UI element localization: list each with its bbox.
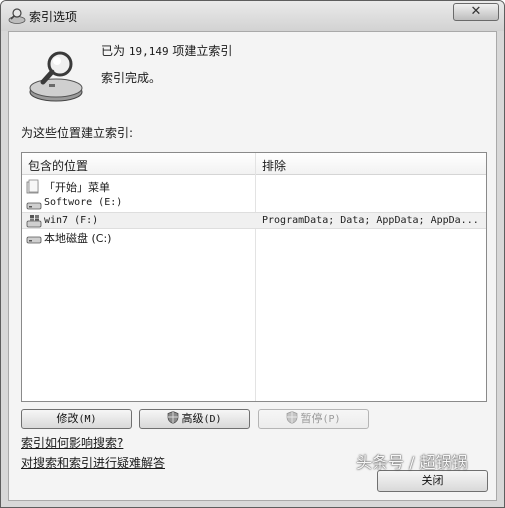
modify-button-label: 修改	[56, 412, 79, 425]
pause-button[interactable]: 暂停(P)	[258, 409, 369, 429]
indexed-count-prefix: 已为	[101, 44, 129, 58]
folder-icon	[26, 179, 39, 194]
indexing-options-icon	[8, 8, 26, 24]
location-name: Softwore (E:)	[44, 197, 123, 208]
location-name: 「开始」菜单	[44, 181, 110, 194]
location-name: 本地磁盘 (C:)	[44, 232, 112, 245]
pause-button-key: (P)	[322, 414, 341, 425]
location-name: win7 (F:)	[44, 215, 99, 226]
uac-shield-icon	[168, 411, 179, 424]
close-button[interactable]: 关闭	[377, 470, 488, 492]
close-window-button[interactable]: ✕	[453, 3, 499, 21]
location-exclude: ProgramData; Data; AppData; AppDa...	[262, 215, 479, 226]
location-row-software-e[interactable]: Softwore (E:)	[22, 195, 486, 212]
indexing-options-window: 索引选项 ✕ 已为 19,149 项建立索引 索引完成。 为这些位置建立索引: …	[0, 0, 505, 508]
drive-icon	[26, 236, 42, 244]
troubleshoot-search-link[interactable]: 对搜索和索引进行疑难解答	[21, 454, 165, 471]
advanced-button-key: (D)	[203, 414, 222, 425]
indexing-status-icon	[29, 51, 83, 102]
watermark-text: 头条号 / 超锅锅	[356, 453, 468, 472]
advanced-button-label: 高级	[181, 412, 204, 425]
indexed-count-suffix: 项建立索引	[168, 44, 233, 58]
column-header-included[interactable]: 包含的位置	[28, 157, 88, 174]
location-row-win7-f[interactable]: win7 (F:) ProgramData; Data; AppData; Ap…	[22, 212, 486, 229]
indexed-count-text: 已为 19,149 项建立索引	[101, 42, 232, 59]
locations-label: 为这些位置建立索引:	[21, 126, 134, 140]
column-header-exclude[interactable]: 排除	[262, 157, 286, 174]
window-title: 索引选项	[29, 10, 78, 24]
indexing-status-text: 索引完成。	[101, 71, 162, 85]
uac-shield-icon	[287, 411, 298, 424]
title-bar[interactable]: 索引选项 ✕	[1, 1, 504, 31]
list-header: 包含的位置 排除	[22, 153, 486, 175]
drive-icon	[26, 202, 42, 210]
modify-button[interactable]: 修改(M)	[21, 409, 132, 429]
location-row-local-disk-c[interactable]: 本地磁盘 (C:)	[22, 229, 486, 246]
location-row-start-menu[interactable]: 「开始」菜单	[22, 178, 486, 195]
windows-drive-icon	[26, 215, 42, 228]
pause-button-label: 暂停	[300, 412, 323, 425]
indexed-locations-list[interactable]: 包含的位置 排除 「开始」菜单 Softwore (E:) win7 (F:) …	[21, 152, 487, 402]
indexed-count-value: 19,149	[128, 45, 169, 58]
dialog-client-area: 已为 19,149 项建立索引 索引完成。 为这些位置建立索引: 包含的位置 排…	[8, 31, 497, 501]
advanced-button[interactable]: 高级(D)	[139, 409, 250, 429]
help-indexing-search-link[interactable]: 索引如何影响搜索?	[21, 434, 123, 451]
modify-button-key: (M)	[78, 414, 97, 425]
